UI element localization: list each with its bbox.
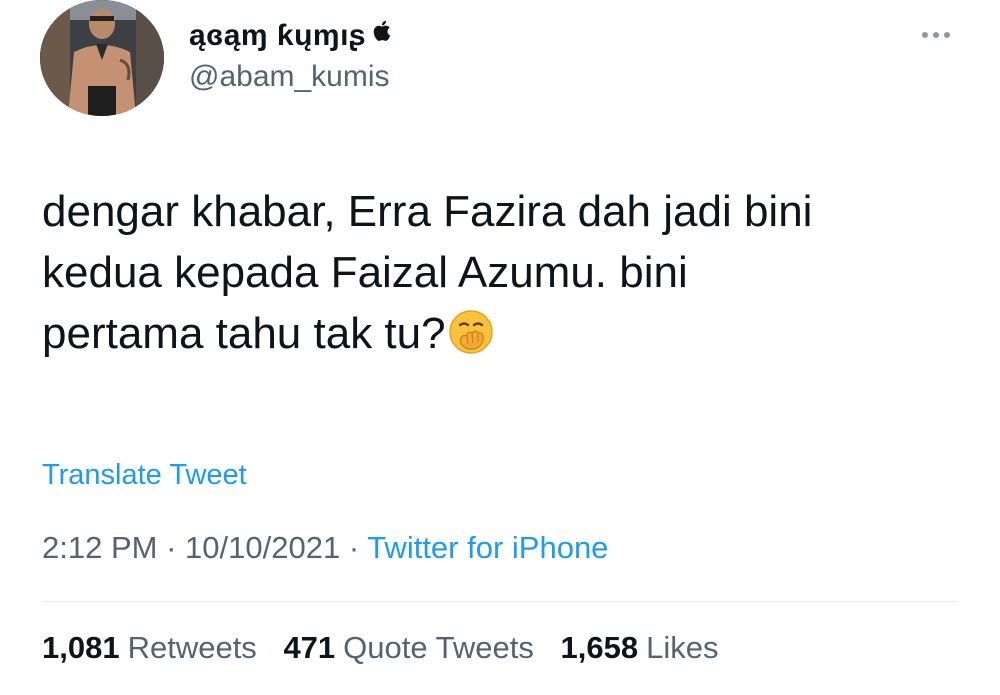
likes-stat[interactable]: 1,658 Likes xyxy=(561,630,719,665)
quote-tweets-label: Quote Tweets xyxy=(343,630,534,665)
more-dot-icon xyxy=(922,32,928,38)
tweet-line: dengar khabar, Erra Fazira dah jadi bini xyxy=(42,187,813,236)
more-dot-icon xyxy=(933,32,939,38)
more-dot-icon xyxy=(944,32,950,38)
user-handle[interactable]: @abam_kumis xyxy=(189,60,390,94)
tweet-date[interactable]: 10/10/2021 xyxy=(185,530,340,565)
likes-label: Likes xyxy=(646,630,719,665)
retweets-count: 1,081 xyxy=(42,630,120,665)
display-name[interactable]: ąɞąɱ ƙųɱıʂ xyxy=(189,18,394,53)
tweet-source-link[interactable]: Twitter for iPhone xyxy=(367,530,608,565)
retweets-stat[interactable]: 1,081 Retweets xyxy=(42,630,257,665)
meta-separator: · xyxy=(348,530,360,565)
tweet-time[interactable]: 2:12 PM xyxy=(42,530,157,565)
tweet-meta: 2:12 PM · 10/10/2021 · Twitter for iPhon… xyxy=(42,530,608,566)
translate-tweet-link[interactable]: Translate Tweet xyxy=(42,459,247,492)
face-with-hand-over-mouth-emoji xyxy=(447,308,495,356)
apple-icon xyxy=(372,18,394,52)
tweet-line: kedua kepada Faizal Azumu. bini xyxy=(42,248,688,297)
tweet-line: pertama tahu tak tu? xyxy=(42,309,446,358)
tweet-text: dengar khabar, Erra Fazira dah jadi bini… xyxy=(42,181,942,364)
avatar[interactable] xyxy=(40,0,164,116)
quote-tweets-count: 471 xyxy=(283,630,336,665)
tweet-stats: 1,081 Retweets 471 Quote Tweets 1,658 Likes xyxy=(42,630,736,666)
display-name-text: ąɞąɱ ƙųɱıʂ xyxy=(189,19,367,52)
retweets-label: Retweets xyxy=(127,630,257,665)
divider xyxy=(42,601,958,602)
likes-count: 1,658 xyxy=(560,630,639,665)
profile-photo xyxy=(40,0,164,116)
quote-tweets-stat[interactable]: 471 Quote Tweets xyxy=(283,630,533,665)
tweet-line-last: pertama tahu tak tu? xyxy=(42,303,942,364)
more-options-button[interactable] xyxy=(914,20,958,50)
meta-separator: · xyxy=(166,530,177,565)
